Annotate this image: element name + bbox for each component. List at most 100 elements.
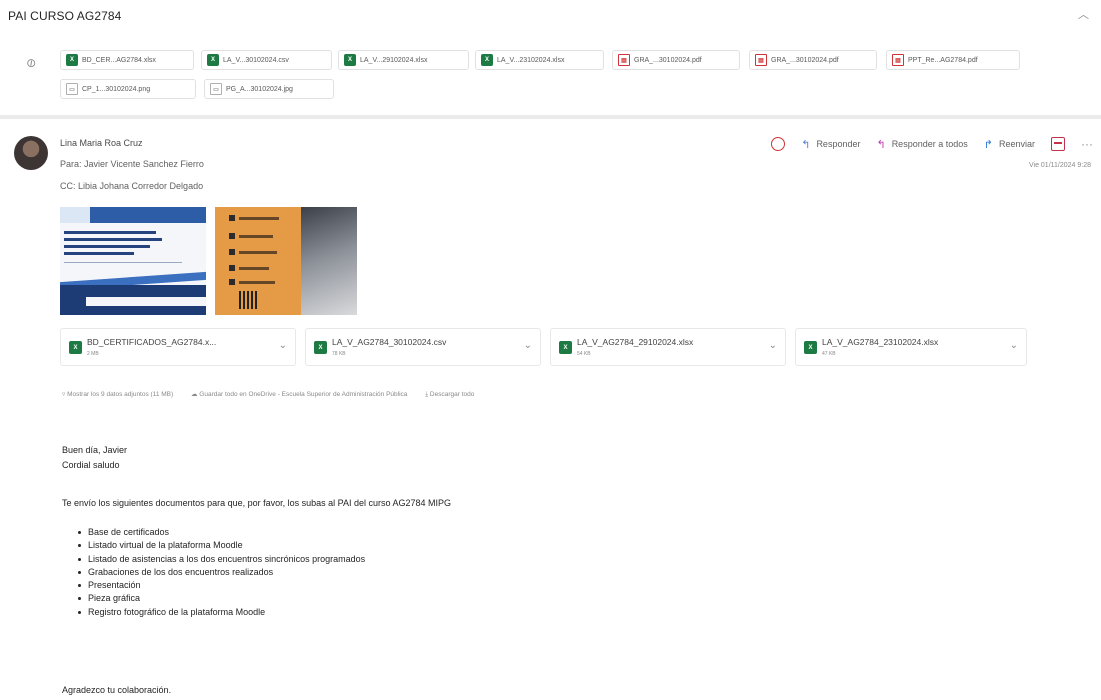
subject-bar: PAI CURSO AG2784 ︿ bbox=[0, 0, 1101, 32]
image-text-line bbox=[239, 281, 275, 284]
attachment-card[interactable]: X LA_V_AG2784_23102024.xlsx 47 KB ⌄ bbox=[795, 328, 1027, 366]
inline-image-brochure[interactable] bbox=[60, 207, 206, 315]
divider bbox=[0, 115, 1101, 119]
attachment-size: 2 MB bbox=[87, 351, 99, 357]
image-text-line bbox=[64, 252, 134, 255]
image-text-line bbox=[64, 231, 156, 234]
reply-icon: ↰ bbox=[801, 138, 811, 151]
attachment-chip[interactable]: X LA_V...23102024.xlsx bbox=[475, 50, 604, 70]
download-all-label: Descargar todo bbox=[429, 391, 475, 398]
attachment-size: 47 KB bbox=[822, 351, 836, 357]
attachment-actions: ▿ Mostrar los 9 datos adjuntos (11 MB) ☁… bbox=[62, 390, 490, 399]
attachment-chip[interactable]: ▤ PPT_Re...AG2784.pdf bbox=[886, 50, 1020, 70]
reply-all-label: Responder a todos bbox=[891, 139, 968, 149]
attachment-chip-name: PPT_Re...AG2784.pdf bbox=[908, 56, 978, 64]
image-file-icon: ▭ bbox=[210, 83, 222, 95]
list-item: Registro fotográfico de la plataforma Mo… bbox=[78, 606, 365, 619]
attachment-chip[interactable]: ▭ CP_1...30102024.png bbox=[60, 79, 196, 99]
attachment-chip-name: LA_V...30102024.csv bbox=[223, 56, 289, 64]
attachment-chip[interactable]: X BD_CER...AG2784.xlsx bbox=[60, 50, 194, 70]
email-subject: PAI CURSO AG2784 bbox=[8, 9, 122, 23]
image-text-line bbox=[239, 267, 269, 270]
message-actions: ↰ Responder ↰ Responder a todos ↱ Reenvi… bbox=[771, 134, 1093, 154]
body-closing: Agradezco tu colaboración. bbox=[62, 685, 172, 695]
paperclip-icon: ⊘ bbox=[22, 54, 40, 72]
attachment-chip[interactable]: ▭ PG_A...30102024.jpg bbox=[204, 79, 334, 99]
list-item: Grabaciones de los dos encuentros realiz… bbox=[78, 566, 365, 579]
image-text-line bbox=[64, 262, 182, 263]
reply-all-button[interactable]: ↰ Responder a todos bbox=[876, 138, 967, 151]
pdf-file-icon: ▤ bbox=[892, 54, 904, 66]
attachment-name: LA_V_AG2784_30102024.csv bbox=[332, 337, 447, 347]
image-band bbox=[60, 207, 90, 223]
reply-button[interactable]: ↰ Responder bbox=[801, 138, 860, 151]
attachment-size: 54 KB bbox=[577, 351, 591, 357]
attachment-card[interactable]: X LA_V_AG2784_29102024.xlsx 54 KB ⌄ bbox=[550, 328, 786, 366]
qr-code bbox=[239, 291, 257, 309]
sender-name[interactable]: Lina Maria Roa Cruz bbox=[60, 138, 143, 148]
inline-image-flyer[interactable] bbox=[215, 207, 357, 315]
image-bullet bbox=[229, 249, 235, 255]
reply-all-icon: ↰ bbox=[876, 138, 886, 151]
image-text-line bbox=[239, 217, 279, 220]
image-footer-band bbox=[86, 297, 206, 306]
attachment-name: LA_V_AG2784_23102024.xlsx bbox=[822, 337, 939, 347]
image-bullet bbox=[229, 215, 235, 221]
timestamp: Vie 01/11/2024 9:28 bbox=[1028, 162, 1091, 169]
excel-file-icon: X bbox=[481, 54, 493, 66]
attachment-card[interactable]: X BD_CERTIFICADOS_AG2784.x... 2 MB ⌄ bbox=[60, 328, 296, 366]
pdf-file-icon: ▤ bbox=[618, 54, 630, 66]
avatar[interactable] bbox=[14, 136, 48, 170]
image-text-line bbox=[239, 251, 277, 254]
chevron-down-icon[interactable]: ⌄ bbox=[1010, 340, 1018, 351]
attachment-name: BD_CERTIFICADOS_AG2784.x... bbox=[87, 337, 217, 347]
attachment-chip[interactable]: X LA_V...30102024.csv bbox=[201, 50, 332, 70]
document-list: Base de certificados Listado virtual de … bbox=[78, 526, 365, 619]
body-greeting: Buen día, Javier bbox=[62, 445, 128, 455]
body-intro: Te envío los siguientes documentos para … bbox=[62, 498, 452, 508]
chevron-down-icon[interactable]: ⌄ bbox=[279, 340, 287, 351]
attachment-chip-name: BD_CER...AG2784.xlsx bbox=[82, 56, 156, 64]
excel-file-icon: X bbox=[314, 341, 327, 354]
show-all-attachments-link[interactable]: ▿ Mostrar los 9 datos adjuntos (11 MB) bbox=[62, 391, 181, 398]
download-all-link[interactable]: ⤓ Descargar todo bbox=[425, 391, 482, 398]
chevron-down-icon[interactable]: ⌄ bbox=[524, 340, 532, 351]
more-icon[interactable]: ··· bbox=[1081, 137, 1093, 151]
image-bullet bbox=[229, 233, 235, 239]
attachment-chip-name: GRA_...30102024.pdf bbox=[771, 56, 839, 64]
attachment-chip-name: LA_V...23102024.xlsx bbox=[497, 56, 565, 64]
chevron-up-icon[interactable]: ︿ bbox=[1078, 6, 1089, 22]
attachment-card[interactable]: X LA_V_AG2784_30102024.csv 78 KB ⌄ bbox=[305, 328, 541, 366]
image-bullet bbox=[229, 265, 235, 271]
list-item: Presentación bbox=[78, 579, 365, 592]
list-item: Listado virtual de la plataforma Moodle bbox=[78, 539, 365, 552]
image-photo bbox=[301, 207, 357, 315]
thread-attachments: ⊘ X BD_CER...AG2784.xlsx X LA_V...301020… bbox=[0, 42, 1101, 112]
show-all-label: Mostrar los 9 datos adjuntos (11 MB) bbox=[67, 391, 174, 398]
attachment-chip-name: CP_1...30102024.png bbox=[82, 85, 151, 93]
image-file-icon: ▭ bbox=[66, 83, 78, 95]
excel-file-icon: X bbox=[804, 341, 817, 354]
chevron-down-icon[interactable]: ⌄ bbox=[769, 340, 777, 351]
forward-icon: ↱ bbox=[983, 138, 993, 151]
body-salutation: Cordial saludo bbox=[62, 460, 120, 470]
excel-file-icon: X bbox=[207, 54, 219, 66]
pdf-file-icon: ▤ bbox=[755, 54, 767, 66]
cc-recipients[interactable]: CC: Libia Johana Corredor Delgado bbox=[60, 181, 203, 191]
save-to-onedrive-link[interactable]: ☁ Guardar todo en OneDrive - Escuela Sup… bbox=[191, 391, 415, 398]
image-bullet bbox=[229, 279, 235, 285]
forward-button[interactable]: ↱ Reenviar bbox=[984, 138, 1035, 151]
attachment-chip[interactable]: ▤ GRA_...30102024.pdf bbox=[612, 50, 740, 70]
emoji-icon[interactable] bbox=[771, 137, 786, 151]
forward-label: Reenviar bbox=[998, 139, 1035, 149]
attachment-chip[interactable]: ▤ GRA_...30102024.pdf bbox=[749, 50, 877, 70]
attachment-chip-name: GRA_...30102024.pdf bbox=[634, 56, 702, 64]
excel-file-icon: X bbox=[66, 54, 78, 66]
to-recipients[interactable]: Para: Javier Vicente Sanchez Fierro bbox=[60, 159, 204, 169]
calendar-icon[interactable] bbox=[1051, 137, 1065, 151]
image-text-line bbox=[239, 235, 273, 238]
attachment-chip[interactable]: X LA_V...29102024.xlsx bbox=[338, 50, 469, 70]
attachment-name: LA_V_AG2784_29102024.xlsx bbox=[577, 337, 694, 347]
excel-file-icon: X bbox=[559, 341, 572, 354]
list-item: Pieza gráfica bbox=[78, 592, 365, 605]
